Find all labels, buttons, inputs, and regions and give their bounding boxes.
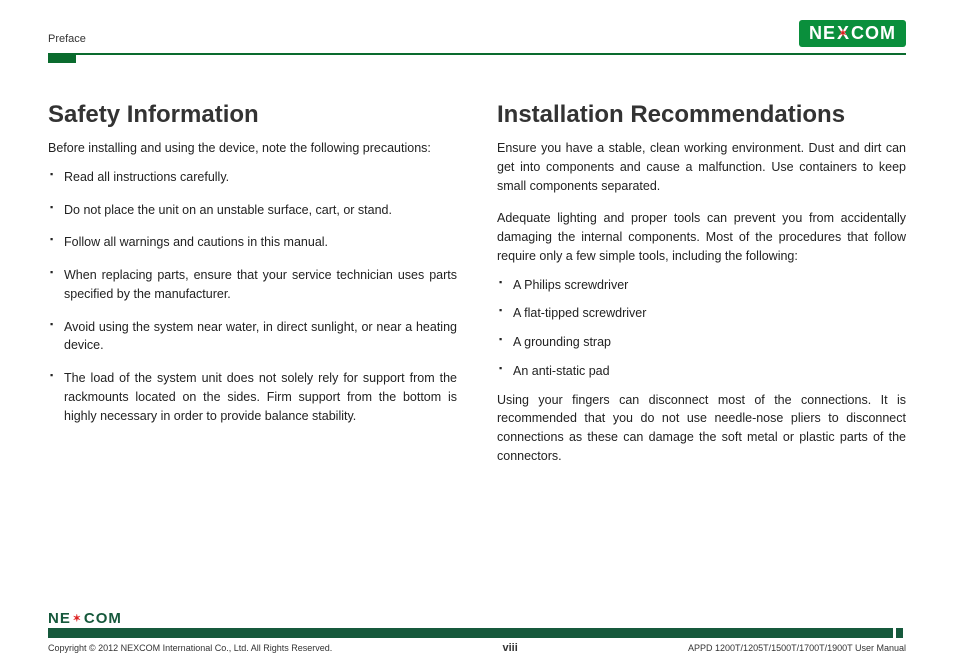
list-item: Read all instructions carefully.	[48, 168, 457, 187]
copyright-text: Copyright © 2012 NEXCOM International Co…	[48, 643, 332, 653]
list-item: Follow all warnings and cautions in this…	[48, 233, 457, 252]
brand-text-left: NE	[809, 23, 836, 44]
list-item: An anti-static pad	[497, 362, 906, 381]
list-item: When replacing parts, ensure that your s…	[48, 266, 457, 304]
footer-bar	[48, 628, 906, 638]
header-rule	[48, 53, 906, 55]
list-item: The load of the system unit does not sol…	[48, 369, 457, 425]
page-number: viii	[503, 642, 518, 654]
list-item: A Philips screwdriver	[497, 276, 906, 295]
footer-logo: NEXCOM	[48, 610, 122, 627]
list-item: Do not place the unit on an unstable sur…	[48, 201, 457, 220]
install-heading: Installation Recommendations	[497, 101, 906, 129]
list-item: Avoid using the system near water, in di…	[48, 318, 457, 356]
safety-intro: Before installing and using the device, …	[48, 139, 457, 158]
brand-text-right: COM	[851, 23, 896, 44]
brand-logo-box: NEXCOM	[799, 20, 906, 47]
footer-row: Copyright © 2012 NEXCOM International Co…	[48, 642, 906, 654]
brand-text-x: X	[72, 610, 83, 627]
left-column: Safety Information Before installing and…	[48, 101, 457, 466]
header-section-label: Preface	[48, 33, 86, 47]
list-item: A flat-tipped screwdriver	[497, 304, 906, 323]
page-footer: NEXCOM Copyright © 2012 NEXCOM Internati…	[48, 628, 906, 654]
header-rule-tab	[48, 53, 76, 63]
footer-logo-text: NEXCOM	[48, 610, 122, 627]
right-column: Installation Recommendations Ensure you …	[497, 101, 906, 466]
content-area: Safety Information Before installing and…	[48, 101, 906, 466]
install-p1: Ensure you have a stable, clean working …	[497, 139, 906, 195]
list-item: A grounding strap	[497, 333, 906, 352]
header-rule-line	[48, 53, 906, 55]
brand-logo: NEXCOM	[799, 20, 906, 47]
brand-text-x: X	[837, 23, 850, 44]
brand-text-right: COM	[84, 610, 122, 627]
install-p3: Using your fingers can disconnect most o…	[497, 391, 906, 466]
page-header: Preface NEXCOM	[48, 20, 906, 51]
document-id: APPD 1200T/1205T/1500T/1700T/1900T User …	[688, 643, 906, 653]
safety-list: Read all instructions carefully. Do not …	[48, 168, 457, 426]
brand-text-left: NE	[48, 610, 71, 627]
safety-heading: Safety Information	[48, 101, 457, 129]
install-p2: Adequate lighting and proper tools can p…	[497, 209, 906, 265]
tools-list: A Philips screwdriver A flat-tipped scre…	[497, 276, 906, 381]
